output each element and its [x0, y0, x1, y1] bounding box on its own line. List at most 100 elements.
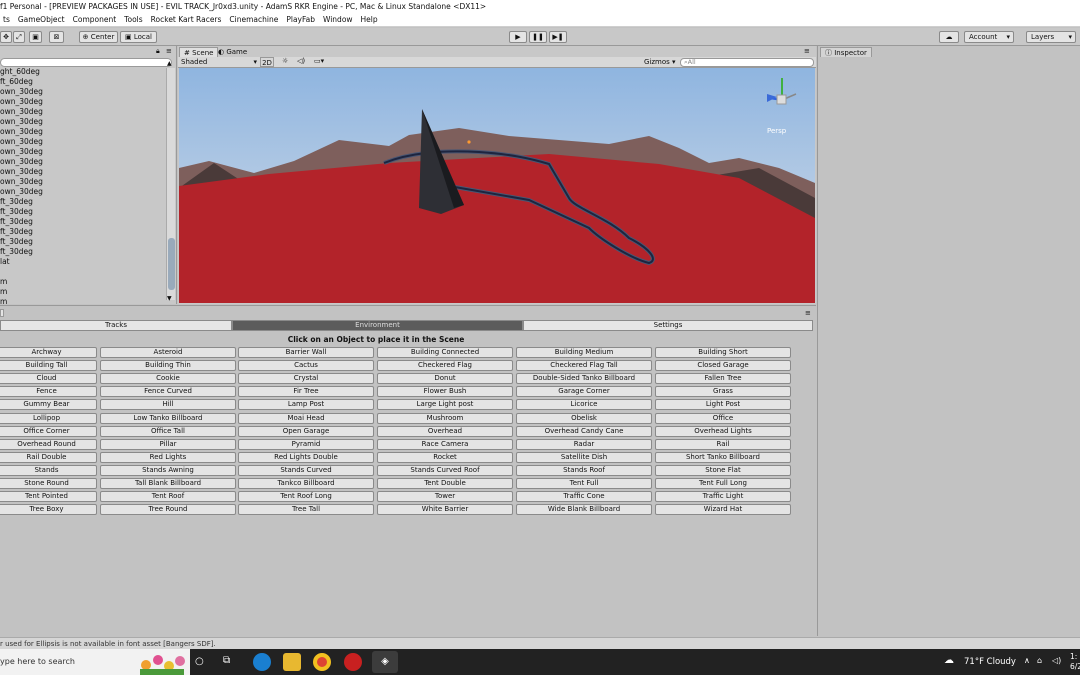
object-button-wizard-hat[interactable]: Wizard Hat: [655, 504, 791, 516]
menu-item-3[interactable]: Tools: [121, 13, 147, 26]
hierarchy-item[interactable]: own_30deg: [0, 137, 43, 147]
layers-dropdown[interactable]: Layers ▾: [1026, 31, 1076, 43]
scroll-up-icon[interactable]: ▲: [167, 60, 172, 67]
cloud-icon[interactable]: ☁: [939, 31, 959, 43]
object-button-tent-roof-long[interactable]: Tent Roof Long: [238, 491, 374, 503]
hierarchy-item[interactable]: own_30deg: [0, 187, 43, 197]
object-button-tent-full-long[interactable]: Tent Full Long: [655, 478, 791, 489]
hierarchy-search-input[interactable]: [0, 58, 172, 67]
object-button-asteroid[interactable]: Asteroid: [100, 347, 236, 358]
object-button-building-tall[interactable]: Building Tall: [0, 360, 97, 372]
object-button-red-lights[interactable]: Red Lights: [100, 451, 236, 463]
network-icon[interactable]: ⌂: [1037, 656, 1042, 665]
menu-item-5[interactable]: Cinemachine: [226, 13, 283, 26]
unity-icon[interactable]: ◈: [372, 651, 398, 673]
hierarchy-item[interactable]: own_30deg: [0, 97, 43, 107]
object-button-tent-full[interactable]: Tent Full: [516, 478, 652, 489]
object-button-cactus[interactable]: Cactus: [238, 360, 374, 372]
hierarchy-item[interactable]: ft_30deg: [0, 237, 43, 247]
object-button-overhead-round[interactable]: Overhead Round: [0, 438, 97, 450]
object-button-building-thin[interactable]: Building Thin: [100, 360, 236, 372]
tab-inspector[interactable]: ⓘ Inspector: [820, 47, 872, 57]
object-button-stands-curved-roof[interactable]: Stands Curved Roof: [377, 464, 513, 476]
object-button-grass[interactable]: Grass: [655, 386, 791, 398]
object-button-tent-double[interactable]: Tent Double: [377, 478, 513, 489]
shading-mode-dropdown[interactable]: Shaded ▾: [181, 57, 257, 67]
object-button-flower-bush[interactable]: Flower Bush: [377, 386, 513, 398]
hierarchy-item[interactable]: m: [0, 297, 43, 304]
persp-label[interactable]: Persp: [767, 127, 787, 135]
scroll-down-icon[interactable]: ▼: [167, 295, 172, 302]
object-button-fir-tree[interactable]: Fir Tree: [238, 386, 374, 398]
menu-item-2[interactable]: Component: [70, 13, 122, 26]
lighting-icon[interactable]: ☼: [282, 57, 288, 65]
scale-tool-icon[interactable]: ⤢: [13, 31, 25, 43]
object-button-rocket[interactable]: Rocket: [377, 451, 513, 463]
object-button-low-tanko-billboard[interactable]: Low Tanko Billboard: [100, 412, 236, 424]
menu-item-0[interactable]: ts: [0, 13, 15, 26]
audio-icon[interactable]: ◁): [297, 57, 305, 65]
object-button-tent-pointed[interactable]: Tent Pointed: [0, 491, 97, 503]
object-button-wide-blank-billboard[interactable]: Wide Blank Billboard: [516, 504, 652, 516]
edge-icon[interactable]: [253, 653, 271, 671]
panel-menu-icon[interactable]: ≡: [804, 47, 810, 55]
object-button-cloud[interactable]: Cloud: [0, 373, 97, 385]
hierarchy-item[interactable]: own_30deg: [0, 167, 43, 177]
object-button-moai-head[interactable]: Moai Head: [238, 412, 374, 424]
tab-tracks[interactable]: Tracks: [0, 320, 232, 331]
object-button-mushroom[interactable]: Mushroom: [377, 412, 513, 424]
hierarchy-item[interactable]: ft_30deg: [0, 247, 43, 257]
object-button-obelisk[interactable]: Obelisk: [516, 412, 652, 424]
tab-scene[interactable]: # Scene: [179, 47, 219, 57]
menu-item-4[interactable]: Rocket Kart Racers: [148, 13, 227, 26]
object-button-barrier-wall[interactable]: Barrier Wall: [238, 347, 374, 358]
object-button-fallen-tree[interactable]: Fallen Tree: [655, 373, 791, 385]
hierarchy-item[interactable]: ft_60deg: [0, 77, 43, 87]
object-button-stone-flat[interactable]: Stone Flat: [655, 464, 791, 476]
object-button-pillar[interactable]: Pillar: [100, 438, 236, 450]
hierarchy-item[interactable]: lat: [0, 257, 43, 267]
object-button-archway[interactable]: Archway: [0, 347, 97, 358]
panel-menu-icon[interactable]: ≡: [805, 309, 811, 317]
tab-settings[interactable]: Settings: [523, 320, 813, 331]
object-button-gummy-bear[interactable]: Gummy Bear: [0, 399, 97, 411]
status-bar[interactable]: r used for Ellipsis is not available in …: [0, 637, 1080, 649]
object-button-light-post[interactable]: Light Post: [655, 399, 791, 411]
tab-game[interactable]: ◐ Game: [214, 47, 251, 57]
transform-tool-icon[interactable]: ⊠: [49, 31, 64, 43]
object-button-traffic-cone[interactable]: Traffic Cone: [516, 491, 652, 503]
object-button-fence-curved[interactable]: Fence Curved: [100, 386, 236, 398]
object-button-office-tall[interactable]: Office Tall: [100, 425, 236, 437]
volume-icon[interactable]: ◁): [1052, 656, 1061, 665]
object-button-office-corner[interactable]: Office Corner: [0, 425, 97, 437]
file-explorer-icon[interactable]: [283, 653, 301, 671]
hierarchy-item[interactable]: own_30deg: [0, 87, 43, 97]
play-button[interactable]: ▶: [509, 31, 527, 43]
menu-item-8[interactable]: Help: [358, 13, 383, 26]
hierarchy-item[interactable]: own_30deg: [0, 107, 43, 117]
taskbar-search-input[interactable]: ype here to search: [0, 649, 190, 675]
tab-environment[interactable]: Environment: [232, 320, 523, 331]
menu-item-7[interactable]: Window: [320, 13, 358, 26]
object-button-lamp-post[interactable]: Lamp Post: [238, 399, 374, 411]
object-button-tower[interactable]: Tower: [377, 491, 513, 503]
object-button-double-sided-tanko-billboard[interactable]: Double-Sided Tanko Billboard: [516, 373, 652, 385]
hierarchy-scrollbar[interactable]: [166, 68, 175, 300]
object-button-crystal[interactable]: Crystal: [238, 373, 374, 385]
object-button-overhead-lights[interactable]: Overhead Lights: [655, 425, 791, 437]
hierarchy-item[interactable]: own_30deg: [0, 147, 43, 157]
object-button-tree-tall[interactable]: Tree Tall: [238, 504, 374, 516]
object-button-stands-awning[interactable]: Stands Awning: [100, 464, 236, 476]
clock[interactable]: 1: 6/2: [1070, 652, 1080, 672]
object-button-cookie[interactable]: Cookie: [100, 373, 236, 385]
object-button-building-medium[interactable]: Building Medium: [516, 347, 652, 358]
object-button-red-lights-double[interactable]: Red Lights Double: [238, 451, 374, 463]
hierarchy-item[interactable]: own_30deg: [0, 117, 43, 127]
object-button-checkered-flag[interactable]: Checkered Flag: [377, 360, 513, 372]
chrome-icon[interactable]: [313, 653, 331, 671]
hierarchy-item[interactable]: m: [0, 287, 43, 297]
hierarchy-item[interactable]: ft_30deg: [0, 227, 43, 237]
menu-item-6[interactable]: PlayFab: [283, 13, 320, 26]
tray-chevron-icon[interactable]: ∧: [1024, 656, 1030, 665]
object-button-tent-roof[interactable]: Tent Roof: [100, 491, 236, 503]
